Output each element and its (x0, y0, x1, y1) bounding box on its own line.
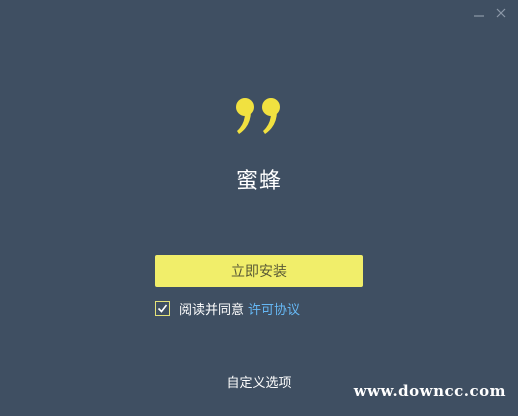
agree-label: 阅读并同意 (179, 303, 245, 318)
license-agreement: 阅读并同意 许可协议 (155, 299, 300, 318)
app-logo (0, 96, 518, 136)
agree-checkbox[interactable] (155, 301, 170, 316)
close-icon[interactable] (494, 6, 508, 20)
app-name: 蜜蜂 (235, 169, 282, 194)
license-link[interactable]: 许可协议 (248, 299, 300, 318)
installer-window: 蜜蜂 立即安装 阅读并同意 许可协议 自定义选项 www.downcc.com (0, 0, 518, 416)
minimize-icon[interactable] (472, 6, 486, 20)
window-controls (472, 6, 508, 20)
watermark-text: www.downcc.com (353, 382, 506, 400)
checkmark-icon (157, 304, 168, 313)
install-now-button[interactable]: 立即安装 (155, 255, 363, 287)
quote-mark-icon (236, 98, 280, 134)
custom-options-link[interactable]: 自定义选项 (226, 376, 291, 391)
